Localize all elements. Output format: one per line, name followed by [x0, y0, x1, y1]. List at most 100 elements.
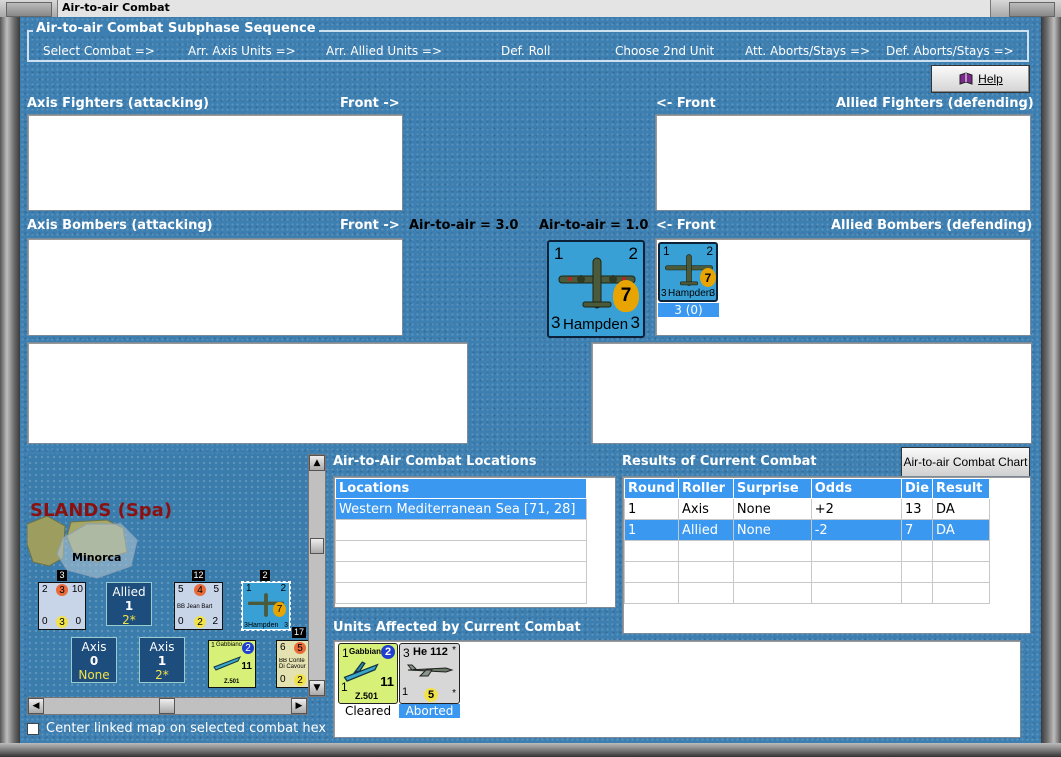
book-icon	[959, 72, 973, 85]
air-combat-chart-button[interactable]: Air-to-air Combat Chart	[901, 447, 1030, 477]
results-header-die: Die	[900, 478, 934, 499]
minimap-vertical-thumb[interactable]	[310, 538, 324, 554]
title-box	[57, 0, 991, 17]
result-cell: 1	[624, 519, 679, 541]
center-map-label: Center linked map on selected combat hex	[46, 721, 327, 736]
allied-minimap-box[interactable]: Allied 1 2*	[106, 582, 152, 627]
mm2-top: 5	[178, 584, 184, 595]
step-defender-roll: Def. Roll	[501, 44, 551, 58]
mm5-bl: 0	[280, 674, 286, 685]
mm4-top-right-badge: 2	[242, 642, 254, 654]
location-cell[interactable]	[335, 519, 587, 541]
selected-unit-left-value: 3	[551, 313, 561, 332]
location-row[interactable]	[335, 561, 587, 583]
minimap-hampden-counter[interactable]: 1 2 7 3 Hampden 3	[241, 581, 291, 631]
location-row[interactable]	[335, 540, 587, 562]
mm1-bl: 0	[42, 616, 48, 627]
locations-title: Air-to-Air Combat Locations	[333, 454, 537, 469]
selected-unit-range: 7	[620, 285, 632, 306]
center-map-checkbox[interactable]	[27, 723, 39, 735]
results-header-odds: Odds	[810, 478, 902, 499]
mm2-bl: 0	[178, 616, 184, 627]
axis-minimap-box-1[interactable]: Axis 0 None	[71, 637, 117, 683]
mm4-id: Z.501	[224, 679, 240, 685]
axis-air-to-air-value: Air-to-air = 3.0	[409, 218, 519, 233]
location-cell[interactable]: Western Mediterranean Sea [71, 28]	[335, 498, 587, 520]
allied-air-to-air-value: Air-to-air = 1.0	[539, 218, 649, 233]
allied-other-units-box[interactable]	[591, 342, 1032, 444]
mm4-top-right: 2	[245, 642, 251, 654]
minimap-cavour-counter[interactable]: 6 5 BB Conte Di Cavour 0 2	[276, 640, 308, 688]
subphase-title: Air-to-air Combat Subphase Sequence	[33, 21, 319, 36]
allied-bomber-name: Hampden	[668, 288, 712, 299]
axis-bombers-box[interactable]	[27, 238, 403, 336]
window-close-button[interactable]	[1009, 2, 1055, 17]
locations-table: Locations Western Mediterranean Sea [71,…	[335, 478, 587, 604]
mm1-bc: 3	[59, 616, 65, 628]
window-menu-button[interactable]	[6, 2, 52, 17]
he112-value: 5	[427, 689, 435, 701]
mm1-bc-badge: 3	[56, 616, 68, 628]
mm1-right: 10	[71, 584, 83, 595]
result-row[interactable]: 1 Axis None +2 13 DA	[624, 498, 990, 520]
result-cell: -2	[810, 519, 902, 541]
allied-bomber-counter[interactable]: 1 2 7 3 Hampden 3	[658, 242, 718, 302]
mm4-value: 11	[241, 661, 252, 672]
frame-right	[1041, 17, 1061, 757]
minimap-naval-counter-1[interactable]: 2 3 10 0 3 0	[38, 582, 86, 630]
minimap-scroll-right-button[interactable]: ▶	[291, 698, 307, 714]
axis-bombers-label: Axis Bombers (attacking)	[27, 218, 213, 233]
minimap-gabbiano-counter[interactable]: 1 Gabbiano 2 11 Z.501	[208, 640, 256, 688]
result-row[interactable]	[624, 540, 990, 562]
mm2-name: BB Jean Bart	[177, 604, 213, 610]
axis-minimap-sub-2: 2*	[155, 668, 169, 682]
mm2-mid-badge: 4	[194, 584, 206, 596]
stack-count-4: 17	[292, 627, 306, 638]
axis-other-units-box[interactable]	[27, 342, 468, 444]
minimap-horizontal-thumb[interactable]	[159, 698, 175, 714]
minimap-scroll-left-button[interactable]: ◀	[28, 698, 44, 714]
locations-header: Locations	[335, 478, 587, 499]
help-button[interactable]: Help	[931, 65, 1030, 93]
mm5-top: 6	[280, 642, 286, 653]
step-attacker-aborts: Att. Aborts/Stays =>	[745, 44, 871, 58]
allied-bomber-range-badge: 7	[700, 268, 716, 287]
location-row[interactable]	[335, 582, 587, 604]
minimap-scroll-up-button[interactable]: ▲	[309, 455, 325, 471]
he112-top-left: 3	[403, 646, 410, 660]
linked-minimap[interactable]: SLANDS (Spa) Minorca 3 12 2 17 2 3 10 0 …	[27, 454, 308, 697]
mm3-range-badge: 7	[273, 602, 286, 617]
results-header-roller: Roller	[677, 478, 734, 499]
allied-fighters-box[interactable]	[655, 114, 1031, 211]
results-header-round: Round	[624, 478, 679, 499]
minimap-vertical-scrollbar[interactable]	[308, 454, 326, 697]
location-cell[interactable]	[335, 582, 587, 604]
allied-minimap-title: Allied	[112, 585, 146, 599]
region-label: SLANDS (Spa)	[30, 500, 173, 521]
selected-unit-counter[interactable]: 1 2 7 3 Hampden 3	[547, 240, 645, 338]
mm1-top: 2	[42, 584, 48, 595]
gabbiano-caption: Cleared	[344, 704, 392, 718]
results-title: Results of Current Combat	[622, 454, 817, 469]
result-row[interactable]	[624, 561, 990, 583]
location-row[interactable]: Western Mediterranean Sea [71, 28]	[335, 498, 587, 520]
result-cell: 7	[900, 519, 934, 541]
result-row[interactable]	[624, 582, 990, 604]
gabbiano-top-right-badge: 2	[381, 645, 395, 659]
location-cell[interactable]	[335, 561, 587, 583]
allied-fighters-front: <- Front	[656, 96, 716, 111]
minimap-battleship-counter[interactable]: 5 4 5 BB Jean Bart 0 2 2	[174, 582, 223, 630]
frame-bottom	[0, 743, 1061, 757]
result-row[interactable]: 1 Allied None -2 7 DA	[624, 519, 990, 541]
selected-unit-right-value: 3	[630, 313, 640, 332]
allied-bombers-front: <- Front	[656, 218, 716, 233]
axis-fighters-box[interactable]	[27, 114, 403, 211]
axis-minimap-value-2: 1	[157, 654, 167, 668]
mm3-value: 7	[276, 604, 283, 615]
minimap-scroll-down-button[interactable]: ▼	[309, 680, 325, 696]
location-cell[interactable]	[335, 540, 587, 562]
affected-unit-he112[interactable]: 3 He 112 * 1 5 *	[399, 643, 460, 704]
axis-minimap-box-2[interactable]: Axis 1 2*	[139, 637, 185, 683]
location-row[interactable]	[335, 519, 587, 541]
affected-unit-gabbiano[interactable]: 1 Gabbiano 2 1 11 Z.501	[338, 643, 398, 704]
